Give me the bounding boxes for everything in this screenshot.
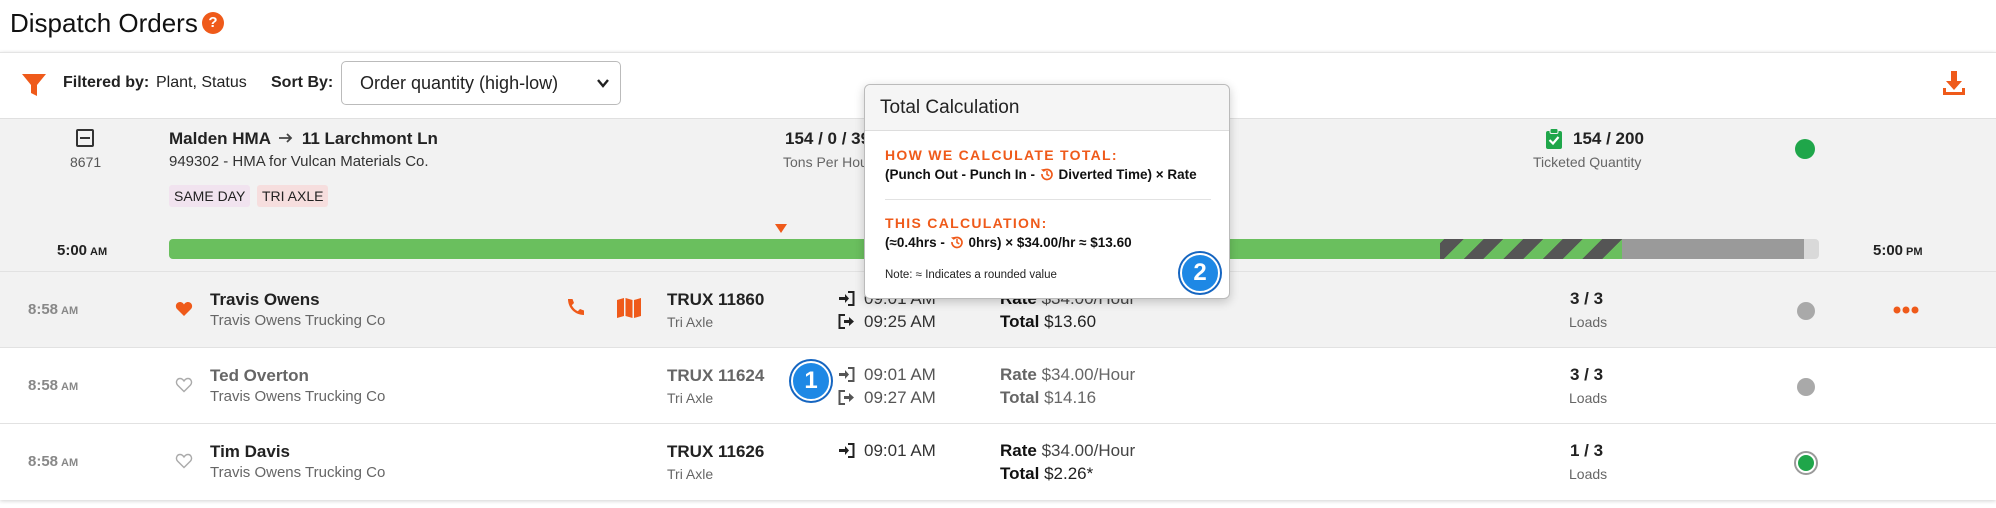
ticketed-quantity-value: 154 / 200 [1573,129,1644,148]
tons-per-hour-value: 154 / 0 / 39 [785,129,871,148]
history-icon [1040,168,1053,181]
punch-in-time: 09:01 AM [838,441,936,461]
timeline-start: 5:00 AM [57,242,108,259]
truck-id: TRUX 11624 [667,366,765,385]
truck-type: Tri Axle [667,390,714,406]
driver-company: Travis Owens Trucking Co [210,312,386,329]
truck-type: Tri Axle [667,466,714,482]
filtered-by-value[interactable]: Plant, Status [156,74,247,92]
annotation-badge-1: 1 [791,361,831,401]
row-status-indicator [1797,378,1815,396]
ticketed-quantity-label: Ticketed Quantity [1533,154,1642,170]
row-time: 8:58 AM [28,453,79,470]
formula-text: (Punch Out - Punch In - Diverted Time) ×… [885,167,1197,182]
heart-icon[interactable] [175,376,193,394]
row-status-indicator [1797,302,1815,320]
tons-per-hour-label: Tons Per Hou [783,154,868,170]
row-time: 8:58 AM [28,301,79,318]
punch-out-time: 09:27 AM [838,388,936,408]
punch-out-icon [838,314,854,329]
table-row[interactable]: 8:58 AM Tim Davis Travis Owens Trucking C… [0,423,1996,499]
tag-tri-axle: TRI AXLE [257,185,329,207]
timeline-end: 5:00 PM [1873,242,1923,259]
more-icon[interactable] [1893,306,1919,314]
rate: Rate $34.00/Hour [1000,441,1136,460]
timeline-diverted [1440,239,1622,259]
phone-icon[interactable] [565,296,587,318]
timeline-remaining [1622,239,1804,259]
punch-in-icon [839,443,855,458]
this-heading: THIS CALCULATION: [885,215,1048,231]
truck-type: Tri Axle [667,314,714,330]
total[interactable]: Total $13.60 [1000,312,1096,332]
tag-same-day: SAME DAY [169,185,251,207]
loads-label: Loads [1569,390,1608,406]
rounded-note: Note: ≈ Indicates a rounded value [885,269,1057,281]
map-icon[interactable] [616,297,642,319]
filtered-by-label: Filtered by: [63,74,150,91]
annotation-badge-2: 2 [1180,253,1220,293]
history-icon [950,236,963,249]
sort-by-label: Sort By: [271,74,334,91]
chevron-down-icon [597,79,609,88]
order-id: 8671 [70,154,102,170]
help-icon[interactable]: ? [202,12,224,34]
total[interactable]: Total $2.26* [1000,464,1093,484]
route-origin: Malden HMA [169,129,271,148]
calculation-text: (≈0.4hrs - 0hrs) × $34.00/hr ≈ $13.60 [885,235,1132,250]
page-title: Dispatch Orders [10,8,198,38]
order-route: Malden HMA 11 Larchmont Ln [169,129,438,149]
punch-in-time: 09:01 AM [838,365,936,385]
sort-select[interactable]: Order quantity (high-low) [341,61,621,105]
row-status-indicator [1794,451,1818,475]
row-time: 8:58 AM [28,377,79,394]
heart-icon[interactable] [175,452,193,470]
total-calculation-popover: Total Calculation HOW WE CALCULATE TOTAL… [864,84,1230,299]
driver-name: Travis Owens [210,290,320,309]
clipboard-check-icon [1546,128,1562,149]
loads-count: 3 / 3 [1570,365,1604,384]
route-destination: 11 Larchmont Ln [301,129,438,148]
table-row[interactable]: 8:58 AM Ted Overton Travis Owens Trucking… [0,347,1996,423]
timeline-completed [169,239,1440,259]
total[interactable]: Total $14.16 [1000,388,1096,408]
filter-icon[interactable] [20,71,48,99]
order-status-indicator [1795,139,1815,159]
page-header: Dispatch Orders ? [0,0,1996,52]
truck-id: TRUX 11626 [667,442,765,461]
truck-id: TRUX 11860 [667,290,765,309]
driver-name: Ted Overton [210,366,309,385]
download-icon[interactable] [1940,69,1968,97]
popover-divider [885,199,1211,200]
how-heading: HOW WE CALCULATE TOTAL: [885,147,1118,163]
driver-name: Tim Davis [210,442,291,461]
loads-label: Loads [1569,466,1608,482]
driver-company: Travis Owens Trucking Co [210,464,386,481]
punch-out-icon [838,390,854,405]
punch-out-time: 09:25 AM [838,312,936,332]
arrow-right-icon [279,133,293,143]
punch-in-icon [839,291,855,306]
driver-company: Travis Owens Trucking Co [210,388,386,405]
loads-count: 1 / 3 [1570,441,1604,460]
current-time-marker [775,224,787,233]
popover-title: Total Calculation [865,85,1229,131]
loads-count: 3 / 3 [1570,289,1604,308]
punch-in-icon [839,367,855,382]
order-description: 949302 - HMA for Vulcan Materials Co. [169,153,429,170]
loads-label: Loads [1569,314,1608,330]
collapse-icon[interactable] [76,129,94,147]
rate: Rate $34.00/Hour [1000,365,1136,384]
sort-select-value: Order quantity (high-low) [360,72,559,93]
heart-icon[interactable] [175,300,193,318]
